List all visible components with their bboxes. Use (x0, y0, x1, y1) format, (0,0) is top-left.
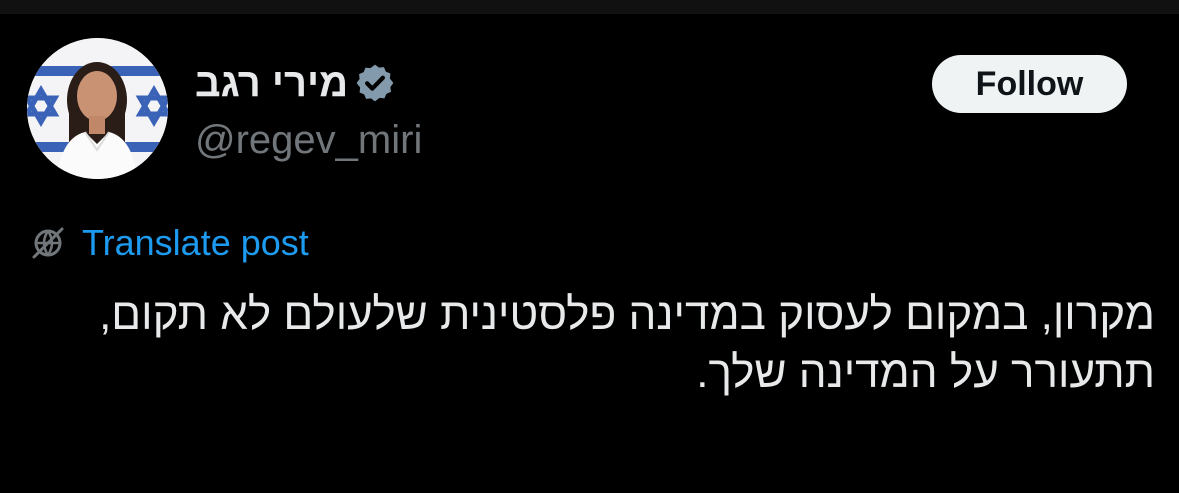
verified-badge-icon (354, 62, 396, 104)
translate-post-link[interactable]: Translate post (82, 225, 309, 261)
follow-button[interactable]: Follow (932, 55, 1127, 113)
top-bar (0, 0, 1179, 14)
avatar[interactable] (27, 38, 168, 179)
tweet-text: מקרון, במקום לעסוק במדינה פלסטינית שלעול… (99, 290, 1155, 397)
globe-icon (28, 223, 68, 263)
tweet-card: מירי רגב @regev_miri Follow Translate po… (0, 14, 1179, 493)
translate-post-row[interactable]: Translate post (28, 223, 309, 263)
author-name-row[interactable]: מירי רגב (195, 58, 396, 108)
author-handle[interactable]: @regev_miri (195, 120, 422, 160)
display-name[interactable]: מירי רגב (195, 63, 348, 103)
